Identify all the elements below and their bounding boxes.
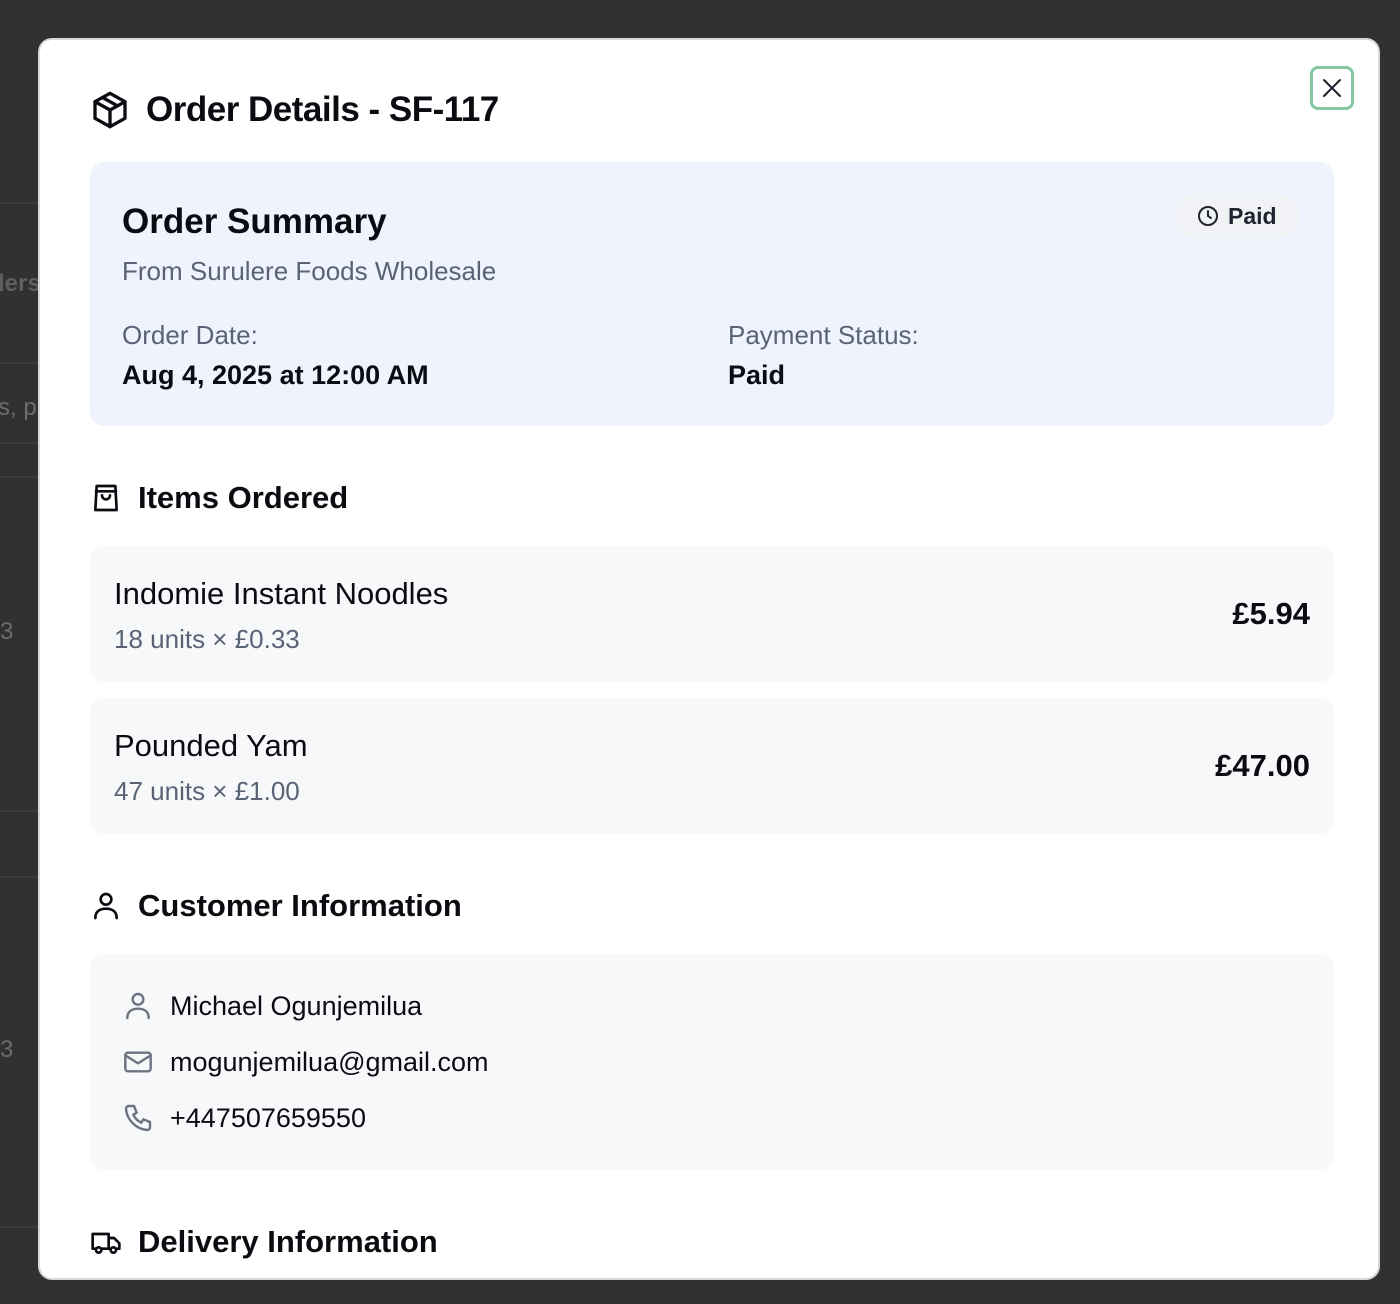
customer-phone[interactable]: +447507659550 — [170, 1103, 366, 1134]
customer-email-row: mogunjemilua@gmail.com — [122, 1044, 489, 1080]
customer-phone-row: +447507659550 — [122, 1100, 366, 1136]
background-text: s, p — [0, 394, 37, 421]
background-divider — [0, 442, 40, 444]
summary-title: Order Summary — [122, 202, 387, 241]
background-text: 3 — [0, 1036, 14, 1063]
customer-name: Michael Ogunjemilua — [170, 990, 423, 1021]
item-quantity: 18 units × £0.33 — [114, 624, 300, 654]
mail-icon — [122, 1046, 154, 1078]
phone-icon — [122, 1102, 154, 1134]
order-details-dialog: Order Details - SF-117 Order Summary Fro… — [38, 38, 1380, 1280]
user-icon — [90, 890, 122, 922]
status-badge: Paid — [1174, 194, 1299, 238]
background-divider — [0, 810, 40, 812]
list-item: Indomie Instant Noodles 18 units × £0.33… — [90, 546, 1334, 682]
item-total: £5.94 — [1232, 596, 1310, 631]
payment-status-label: Payment Status: — [728, 320, 919, 350]
clock-icon — [1196, 204, 1220, 228]
dialog-title: Order Details - SF-117 — [146, 90, 499, 129]
delivery-section-title: Delivery Information — [138, 1224, 438, 1259]
close-button[interactable] — [1310, 66, 1354, 110]
list-item: Pounded Yam 47 units × £1.00 £47.00 — [90, 698, 1334, 834]
item-quantity: 47 units × £1.00 — [114, 776, 300, 806]
background-text: lers — [0, 270, 41, 297]
customer-name-row: Michael Ogunjemilua — [122, 988, 422, 1024]
summary-supplier: From Surulere Foods Wholesale — [122, 256, 497, 286]
background-divider — [0, 476, 40, 478]
items-section-title: Items Ordered — [138, 480, 349, 515]
delivery-section-header: Delivery Information — [90, 1222, 438, 1262]
customer-section-title: Customer Information — [138, 888, 462, 923]
status-badge-label: Paid — [1228, 202, 1277, 229]
background-text: 3 — [0, 618, 14, 645]
package-icon — [90, 90, 130, 130]
customer-email[interactable]: mogunjemilua@gmail.com — [170, 1047, 489, 1078]
item-name: Pounded Yam — [114, 728, 308, 763]
customer-section-header: Customer Information — [90, 886, 462, 926]
dialog-header: Order Details - SF-117 — [90, 88, 499, 132]
order-date-value: Aug 4, 2025 at 12:00 AM — [122, 360, 429, 390]
item-total: £47.00 — [1215, 748, 1310, 783]
customer-info-card: Michael Ogunjemilua mogunjemilua@gmail.c… — [90, 954, 1334, 1170]
shopping-bag-icon — [90, 482, 122, 514]
background-divider — [0, 362, 40, 364]
background-divider — [0, 1226, 40, 1228]
user-icon — [122, 990, 154, 1022]
close-icon — [1320, 76, 1344, 100]
payment-status-value: Paid — [728, 360, 786, 390]
background-divider — [0, 876, 40, 878]
order-date-label: Order Date: — [122, 320, 258, 350]
background-divider — [0, 202, 40, 204]
order-summary-card: Order Summary From Surulere Foods Wholes… — [90, 162, 1334, 426]
item-name: Indomie Instant Noodles — [114, 576, 449, 611]
items-section-header: Items Ordered — [90, 478, 348, 518]
truck-icon — [90, 1226, 122, 1258]
